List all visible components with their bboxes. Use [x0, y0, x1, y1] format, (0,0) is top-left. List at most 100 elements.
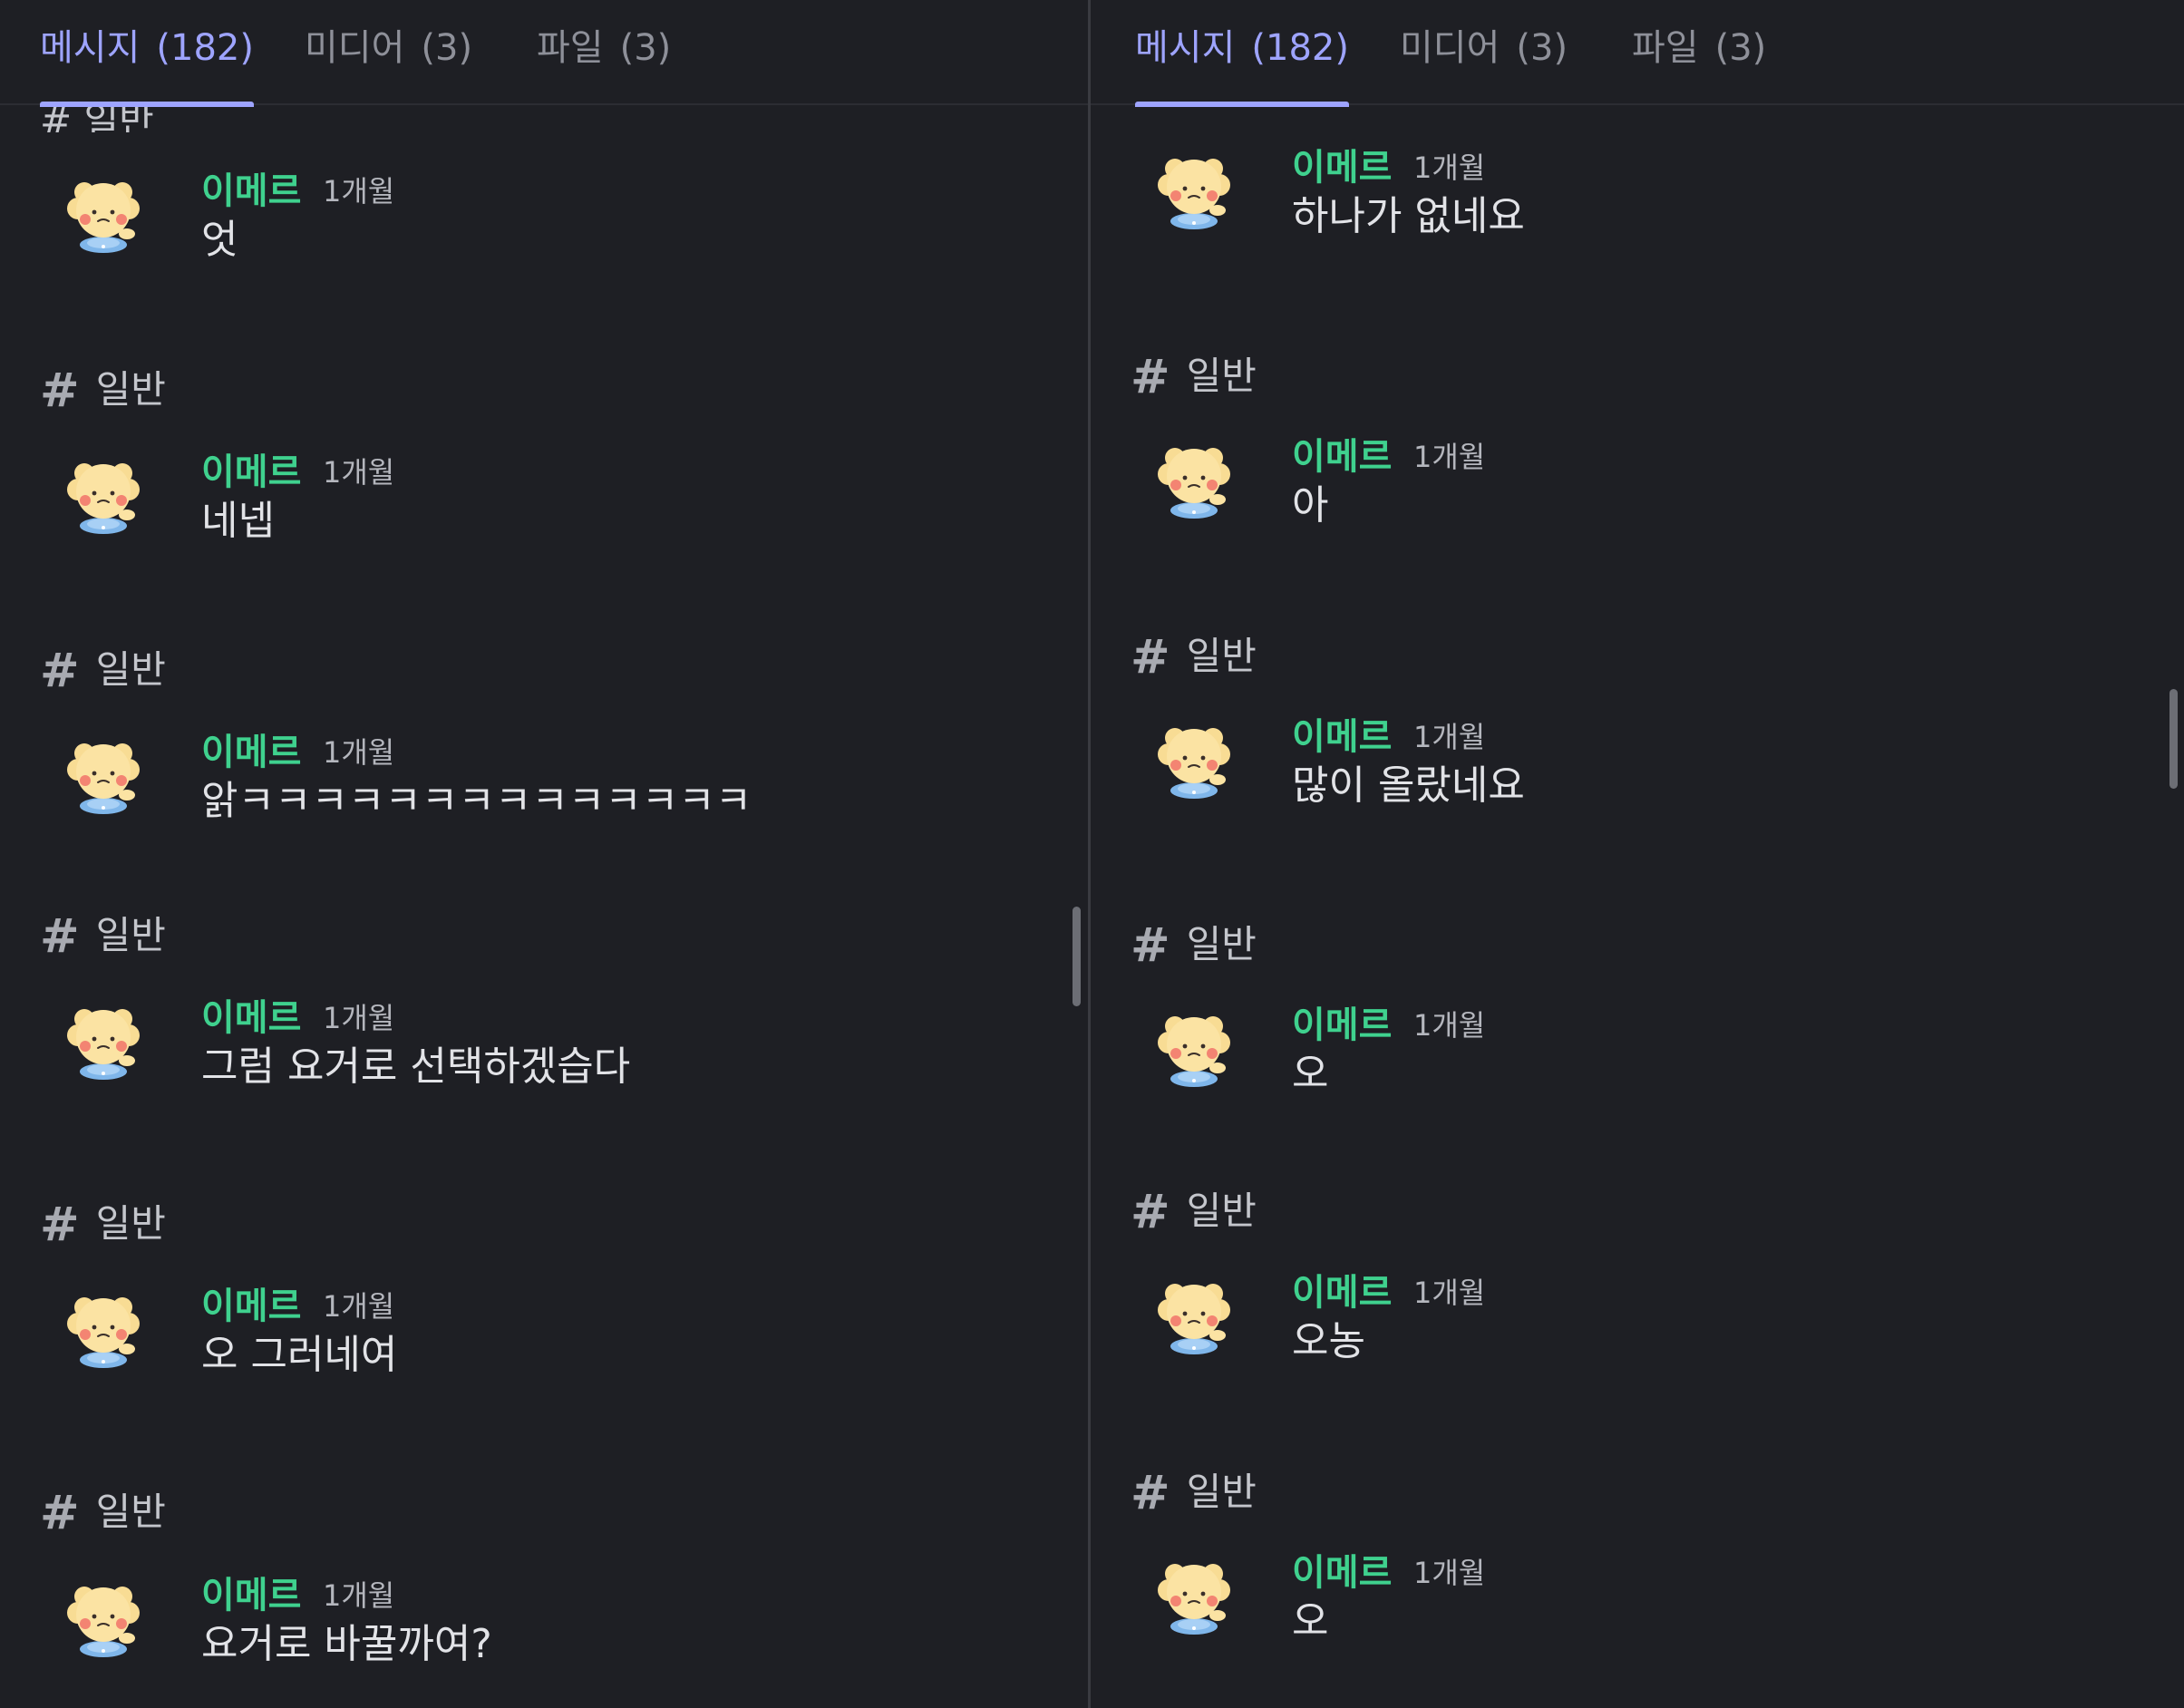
- message-text: 하나가 없네요: [1292, 193, 1525, 239]
- hash-icon: #: [1131, 1466, 1170, 1520]
- tab-bar: 메시지 (182) 미디어 (3) 파일 (3): [1091, 0, 2184, 107]
- bear-avatar-icon[interactable]: [60, 730, 147, 817]
- message-item[interactable]: 이메르 1개월 앍ㅋㅋㅋㅋㅋㅋㅋㅋㅋㅋㅋㅋㅋㅋ: [0, 723, 1088, 859]
- channel-header[interactable]: # 일반: [40, 1193, 166, 1252]
- bear-avatar-icon[interactable]: [1150, 1003, 1238, 1090]
- timestamp: 1개월: [1413, 720, 1486, 754]
- bear-avatar-icon[interactable]: [60, 450, 147, 537]
- channel-name: 일반: [1186, 1470, 1257, 1514]
- channel-name: 일반: [95, 913, 166, 957]
- scrollbar-thumb[interactable]: [2169, 689, 2178, 789]
- message-item[interactable]: 이메르 1개월 하나가 없네요: [1091, 138, 2184, 274]
- message-item[interactable]: 이메르 1개월 오 그러네여: [0, 1276, 1088, 1412]
- tab-messages[interactable]: 메시지 (182): [40, 18, 254, 107]
- hash-icon: #: [1131, 918, 1170, 973]
- channel-header[interactable]: # 일반: [1131, 914, 1257, 973]
- timestamp: 1개월: [323, 1289, 395, 1324]
- tab-label: 파일: [537, 27, 604, 69]
- message-item[interactable]: 이메르 1개월 오: [1091, 1543, 2184, 1679]
- timestamp: 1개월: [1413, 150, 1486, 185]
- message-text: 많이 올랐네요: [1292, 762, 1525, 809]
- channel-name: 일반: [95, 647, 166, 692]
- channel-header[interactable]: # 일반: [1131, 1180, 1257, 1239]
- message-text: 오 그러네여: [201, 1332, 398, 1378]
- bear-avatar-icon[interactable]: [60, 1284, 147, 1371]
- tab-messages[interactable]: 메시지 (182): [1135, 18, 1349, 107]
- channel-name: 일반: [1186, 634, 1257, 678]
- tab-label: 미디어: [1400, 27, 1500, 69]
- bear-avatar-icon[interactable]: [1150, 434, 1238, 521]
- message-text: 요거로 바꿀까여?: [201, 1621, 492, 1667]
- message-text: 네넵: [201, 498, 275, 544]
- bear-avatar-icon[interactable]: [1150, 1550, 1238, 1637]
- tab-count: (182): [1251, 27, 1349, 69]
- tab-count: (3): [421, 27, 473, 69]
- message-item[interactable]: 이메르 1개월 네넵: [0, 442, 1088, 578]
- timestamp: 1개월: [1413, 1008, 1486, 1043]
- hash-icon: #: [40, 1486, 80, 1540]
- tab-files[interactable]: 파일 (3): [537, 18, 671, 105]
- message-text: 엇: [201, 217, 238, 263]
- message-text: 아: [1292, 482, 1329, 529]
- channel-header[interactable]: # 일반: [40, 905, 166, 964]
- channel-header[interactable]: # 일반: [1131, 1461, 1257, 1520]
- tab-media[interactable]: 미디어 (3): [1400, 18, 1568, 105]
- timestamp: 1개월: [323, 1001, 395, 1035]
- left-panel: 메시지 (182) 미디어 (3) 파일 (3) # 일반 이메르 1개월 엇: [0, 0, 1088, 1708]
- hash-icon: #: [40, 909, 80, 964]
- message-item[interactable]: 이메르 1개월 아: [1091, 427, 2184, 563]
- message-text: 오: [1292, 1598, 1329, 1645]
- hash-icon: #: [1131, 630, 1170, 684]
- tab-bar: 메시지 (182) 미디어 (3) 파일 (3): [0, 0, 1088, 107]
- channel-header[interactable]: # 일반: [40, 639, 166, 698]
- bear-avatar-icon[interactable]: [1150, 145, 1238, 232]
- bear-avatar-icon[interactable]: [60, 995, 147, 1082]
- right-panel: 메시지 (182) 미디어 (3) 파일 (3) 이메르 1개월 하나가 없네요: [1091, 0, 2184, 1708]
- message-item[interactable]: 이메르 1개월 많이 올랐네요: [1091, 707, 2184, 843]
- timestamp: 1개월: [323, 1578, 395, 1613]
- channel-name: 일반: [1186, 1189, 1257, 1233]
- tab-media[interactable]: 미디어 (3): [305, 18, 472, 105]
- channel-name: 일반: [95, 1201, 166, 1246]
- channel-name: 일반: [95, 367, 166, 412]
- timestamp: 1개월: [323, 174, 395, 209]
- channel-header[interactable]: # 일반: [1131, 626, 1257, 684]
- scrollbar-thumb[interactable]: [1073, 907, 1081, 1006]
- message-item[interactable]: 이메르 1개월 엇: [0, 161, 1088, 297]
- message-item[interactable]: 이메르 1개월 오농: [1091, 1263, 2184, 1399]
- channel-header[interactable]: # 일반: [1131, 345, 1257, 404]
- message-item[interactable]: 이메르 1개월 오: [1091, 995, 2184, 1131]
- tab-label: 파일: [1632, 27, 1699, 69]
- split-screen: 메시지 (182) 미디어 (3) 파일 (3) # 일반 이메르 1개월 엇: [0, 0, 2184, 1708]
- message-item[interactable]: 이메르 1개월 요거로 바꿀까여?: [0, 1566, 1088, 1702]
- hash-icon: #: [1131, 1185, 1170, 1239]
- hash-icon: #: [40, 1198, 80, 1252]
- bear-avatar-icon[interactable]: [1150, 1270, 1238, 1357]
- timestamp: 1개월: [1413, 1556, 1486, 1590]
- tab-label: 미디어: [305, 27, 405, 69]
- tab-label: 메시지: [1135, 27, 1236, 69]
- channel-name: 일반: [1186, 922, 1257, 966]
- hash-icon: #: [1131, 350, 1170, 404]
- timestamp: 1개월: [1413, 440, 1486, 474]
- tab-files[interactable]: 파일 (3): [1632, 18, 1766, 105]
- bear-avatar-icon[interactable]: [60, 169, 147, 256]
- message-text: 오농: [1292, 1318, 1365, 1364]
- hash-icon: #: [40, 644, 80, 698]
- channel-header[interactable]: # 일반: [40, 1481, 166, 1540]
- hash-icon: #: [40, 364, 80, 418]
- channel-name: 일반: [95, 1490, 166, 1534]
- tab-count: (182): [156, 27, 254, 69]
- bear-avatar-icon[interactable]: [1150, 714, 1238, 801]
- tab-count: (3): [1516, 27, 1568, 69]
- tab-count: (3): [1714, 27, 1767, 69]
- bear-avatar-icon[interactable]: [60, 1573, 147, 1660]
- timestamp: 1개월: [1413, 1276, 1486, 1310]
- message-text: 오: [1292, 1051, 1329, 1097]
- tab-count: (3): [619, 27, 672, 69]
- timestamp: 1개월: [323, 455, 395, 490]
- message-item[interactable]: 이메르 1개월 그럼 요거로 선택하겠습다: [0, 988, 1088, 1124]
- channel-header[interactable]: # 일반: [40, 359, 166, 418]
- channel-name: 일반: [1186, 354, 1257, 398]
- timestamp: 1개월: [323, 735, 395, 770]
